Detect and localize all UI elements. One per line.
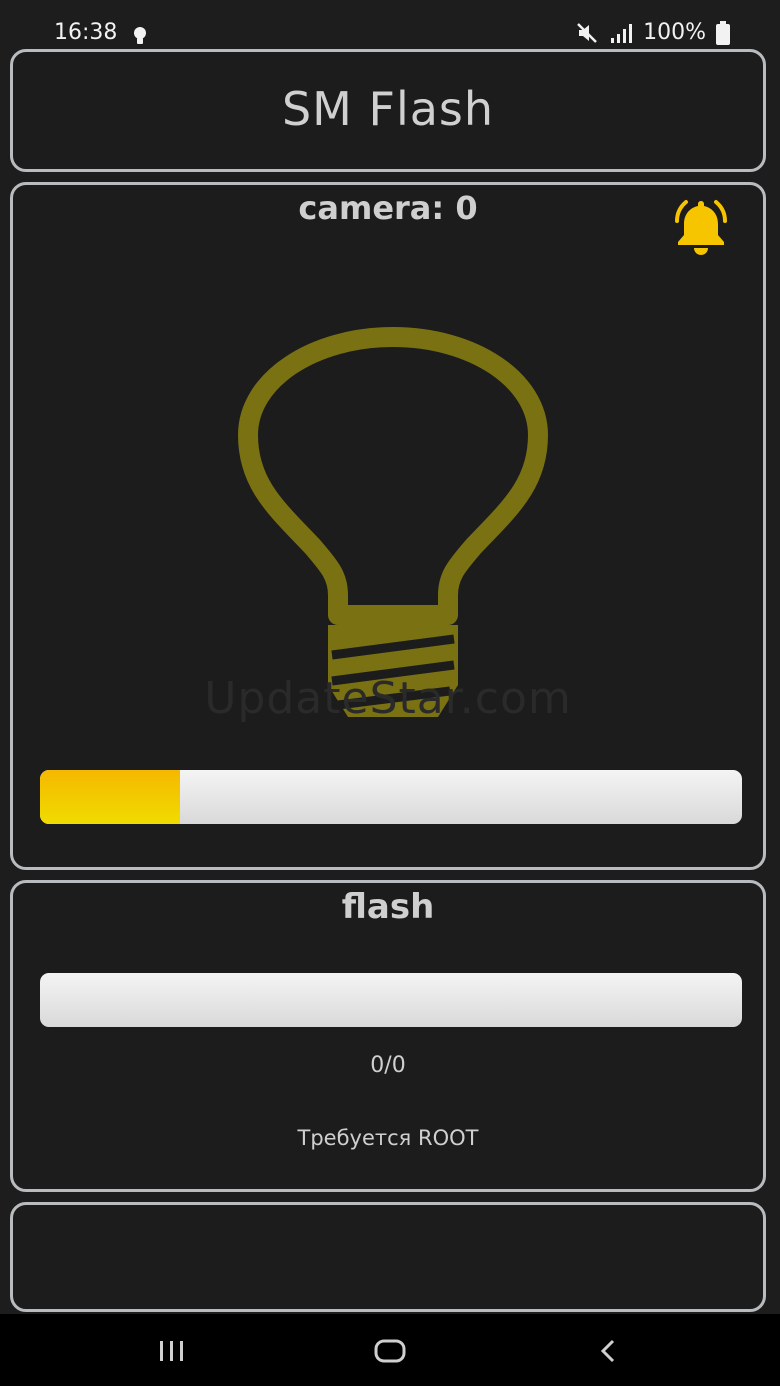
home-icon[interactable] bbox=[370, 1334, 410, 1368]
back-icon[interactable] bbox=[588, 1334, 628, 1368]
flash-panel: flash 0/0 Требуется ROOT bbox=[10, 880, 766, 1192]
camera-label[interactable]: camera: 0 bbox=[13, 189, 763, 227]
battery-icon bbox=[716, 20, 730, 45]
bulb-icon bbox=[134, 27, 146, 44]
recents-icon[interactable] bbox=[152, 1334, 192, 1368]
title-panel: SM Flash bbox=[10, 49, 766, 172]
navigation-bar bbox=[0, 1314, 780, 1386]
battery-percent: 100% bbox=[643, 20, 706, 45]
status-icons: 100% bbox=[575, 20, 730, 45]
mute-icon bbox=[577, 22, 597, 43]
alarm-bell-icon[interactable] bbox=[663, 195, 739, 257]
watermark: UpdateStar.com bbox=[204, 673, 572, 724]
empty-panel bbox=[10, 1202, 766, 1312]
camera-progress-bar[interactable] bbox=[40, 770, 742, 824]
root-required-note: Требуется ROOT bbox=[297, 1126, 479, 1150]
status-time: 16:38 bbox=[54, 20, 118, 45]
camera-progress-fill bbox=[40, 770, 181, 824]
flash-counter: 0/0 bbox=[370, 1053, 406, 1078]
app-title: SM Flash bbox=[281, 82, 495, 136]
flash-label[interactable]: flash bbox=[13, 887, 763, 927]
light-bulb-icon[interactable] bbox=[228, 325, 558, 725]
status-bar: 16:38 100% bbox=[0, 0, 780, 48]
signal-icon bbox=[611, 23, 633, 43]
camera-panel: camera: 0 UpdateStar.com bbox=[10, 182, 766, 870]
flash-progress-bar[interactable] bbox=[40, 973, 742, 1027]
